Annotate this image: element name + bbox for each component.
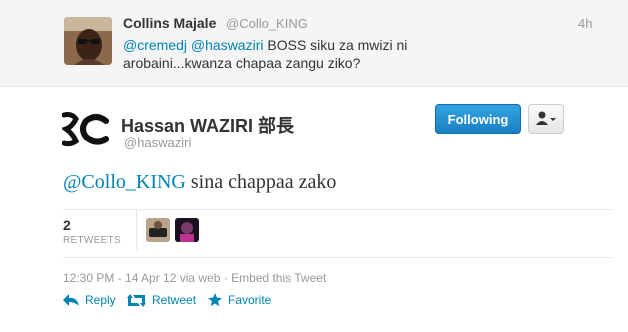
- favorite-button[interactable]: Favorite: [208, 293, 271, 307]
- retweet-count[interactable]: 2: [63, 217, 71, 233]
- main-tweet: Hassan WAZIRI 部長 @haswaziri Following @C…: [0, 87, 628, 332]
- tweet-timestamp[interactable]: 4h: [578, 16, 592, 31]
- tweet-text: @cremedj @haswaziri BOSS siku za mwizi n…: [123, 36, 483, 72]
- retweet-button[interactable]: Retweet: [127, 293, 196, 307]
- reply-icon: [63, 294, 79, 306]
- following-button[interactable]: Following: [435, 104, 521, 134]
- star-icon: [208, 293, 222, 307]
- avatar[interactable]: [60, 111, 110, 147]
- retweeter-avatar[interactable]: [146, 218, 170, 242]
- reply-label: Reply: [85, 293, 116, 307]
- reply-button[interactable]: Reply: [63, 293, 116, 307]
- divider: [63, 209, 612, 210]
- author-handle[interactable]: @haswaziri: [124, 135, 191, 150]
- mention-link[interactable]: @Collo_KING: [63, 171, 186, 193]
- avatar[interactable]: [64, 17, 112, 65]
- tweet-text: @Collo_KING sina chappaa zako: [63, 171, 336, 194]
- user-dropdown-icon: [536, 111, 556, 125]
- divider: [63, 257, 612, 258]
- retweet-icon: [127, 293, 146, 307]
- user-actions-button[interactable]: [528, 104, 564, 134]
- mention-link[interactable]: @haswaziri: [191, 37, 264, 53]
- tweet-metadata[interactable]: 12:30 PM - 14 Apr 12 via web · Embed thi…: [63, 271, 326, 285]
- mention-link[interactable]: @cremedj: [123, 37, 187, 53]
- author-handle[interactable]: @Collo_KING: [226, 16, 308, 31]
- retweet-label: Retweet: [152, 293, 197, 307]
- author-name[interactable]: Collins Majale: [123, 15, 216, 31]
- tweet-body: sina chappaa zako: [185, 171, 337, 193]
- favorite-label: Favorite: [228, 293, 272, 307]
- retweeter-avatar[interactable]: [175, 218, 199, 242]
- in-reply-to-tweet[interactable]: Collins Majale @Collo_KING 4h @cremedj @…: [0, 0, 628, 87]
- retweet-label[interactable]: RETWEETS: [63, 235, 121, 246]
- divider: [136, 210, 137, 250]
